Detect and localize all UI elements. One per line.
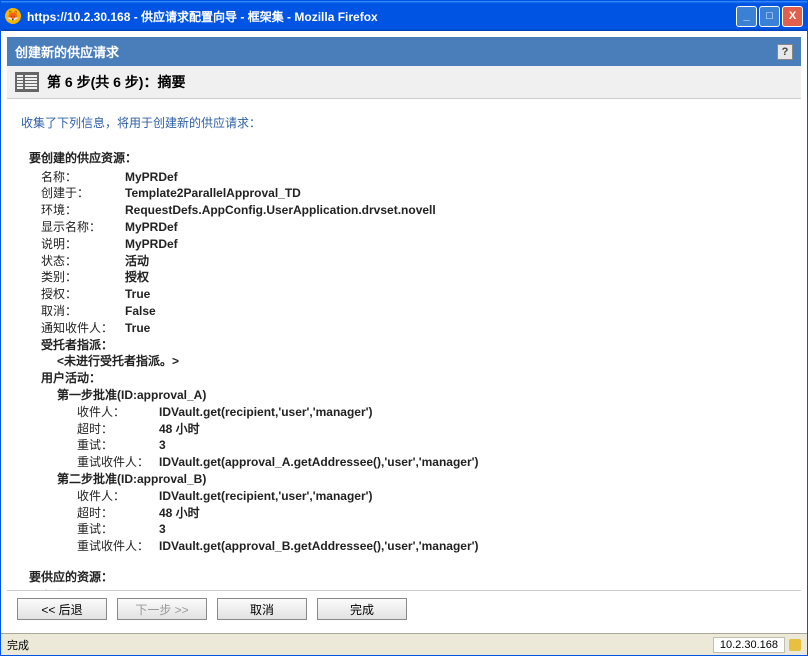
step1-timeout-value: 48 小时 — [159, 421, 787, 438]
created-label: 创建于： — [41, 185, 125, 202]
notify-label: 通知收件人： — [41, 320, 125, 337]
trustee-section-title: 受托者指派： — [41, 337, 787, 354]
step2-recipient-label: 收件人： — [77, 488, 159, 505]
state-label: 状态： — [41, 253, 125, 270]
window-title: https://10.2.30.168 - 供应请求配置向导 - 框架集 - M… — [27, 8, 736, 25]
summary-icon — [15, 72, 39, 92]
panel-header: 创建新的供应请求 ? — [7, 37, 801, 66]
auth-value: True — [125, 286, 787, 303]
step1-retry-recipient-value: IDVault.get(approval_A.getAddressee(),'u… — [159, 454, 787, 471]
step1-retry-recipient-label: 重试收件人： — [77, 454, 159, 471]
step1-recipient-value: IDVault.get(recipient,'user','manager') — [159, 404, 787, 421]
name-label: 名称： — [41, 169, 125, 186]
minimize-button[interactable]: _ — [736, 6, 757, 27]
step1-timeout-label: 超时： — [77, 421, 159, 438]
summary-content: 收集了下列信息，将用于创建新的供应请求： 要创建的供应资源： 名称：MyPRDe… — [7, 99, 801, 590]
lock-icon — [789, 639, 801, 651]
category-label: 类别： — [41, 269, 125, 286]
env-label: 环境： — [41, 202, 125, 219]
step2-retry-label: 重试： — [77, 521, 159, 538]
step2-retry-recipient-label: 重试收件人： — [77, 538, 159, 555]
wizard-buttons: << 后退 下一步 >> 取消 完成 — [7, 590, 801, 627]
cancel-value: False — [125, 303, 787, 320]
step1-recipient-label: 收件人： — [77, 404, 159, 421]
wizard-panel: 创建新的供应请求 ? 第 6 步(共 6 步)：摘要 收集了下列信息，将用于创建… — [7, 37, 801, 627]
step2-timeout-value: 48 小时 — [159, 505, 787, 522]
next-button: 下一步 >> — [117, 598, 207, 620]
state-value: 活动 — [125, 253, 787, 270]
step2-timeout-label: 超时： — [77, 505, 159, 522]
step2-retry-value: 3 — [159, 521, 787, 538]
desc-value: MyPRDef — [125, 236, 787, 253]
display-value: MyPRDef — [125, 219, 787, 236]
back-button[interactable]: << 后退 — [17, 598, 107, 620]
desc-label: 说明： — [41, 236, 125, 253]
maximize-button[interactable]: □ — [759, 6, 780, 27]
category-value: 授权 — [125, 269, 787, 286]
status-text: 完成 — [7, 637, 713, 653]
created-value: Template2ParallelApproval_TD — [125, 185, 787, 202]
step2-recipient-value: IDVault.get(recipient,'user','manager') — [159, 488, 787, 505]
trustee-none: <未进行受托者指派。> — [57, 353, 787, 370]
intro-text: 收集了下列信息，将用于创建新的供应请求： — [21, 115, 787, 132]
help-button[interactable]: ? — [777, 44, 793, 60]
name-value: MyPRDef — [125, 169, 787, 186]
content-area: 创建新的供应请求 ? 第 6 步(共 6 步)：摘要 收集了下列信息，将用于创建… — [1, 31, 807, 633]
step2-title: 第二步批准(ID:approval_B) — [57, 471, 787, 488]
step1-retry-label: 重试： — [77, 437, 159, 454]
finish-button[interactable]: 完成 — [317, 598, 407, 620]
activity-section-title: 用户活动： — [41, 370, 787, 387]
env-value: RequestDefs.AppConfig.UserApplication.dr… — [125, 202, 787, 219]
cancel-label: 取消： — [41, 303, 125, 320]
step-bar: 第 6 步(共 6 步)：摘要 — [7, 66, 801, 99]
auth-label: 授权： — [41, 286, 125, 303]
window-controls: _ □ X — [736, 6, 803, 27]
firefox-icon: 🦊 — [5, 8, 21, 24]
application-window: 🦊 https://10.2.30.168 - 供应请求配置向导 - 框架集 -… — [0, 0, 808, 656]
step1-title: 第一步批准(ID:approval_A) — [57, 387, 787, 404]
display-label: 显示名称： — [41, 219, 125, 236]
step2-retry-recipient-value: IDVault.get(approval_B.getAddressee(),'u… — [159, 538, 787, 555]
provision-res-title: 要供应的资源： — [29, 569, 787, 586]
step1-retry-value: 3 — [159, 437, 787, 454]
panel-title: 创建新的供应请求 — [15, 42, 119, 61]
resource-section-title: 要创建的供应资源： — [29, 150, 787, 167]
cancel-button[interactable]: 取消 — [217, 598, 307, 620]
close-button[interactable]: X — [782, 6, 803, 27]
step-label: 第 6 步(共 6 步)：摘要 — [47, 72, 185, 92]
status-ip: 10.2.30.168 — [713, 637, 785, 653]
notify-value: True — [125, 320, 787, 337]
titlebar[interactable]: 🦊 https://10.2.30.168 - 供应请求配置向导 - 框架集 -… — [1, 1, 807, 31]
statusbar: 完成 10.2.30.168 — [1, 633, 807, 655]
